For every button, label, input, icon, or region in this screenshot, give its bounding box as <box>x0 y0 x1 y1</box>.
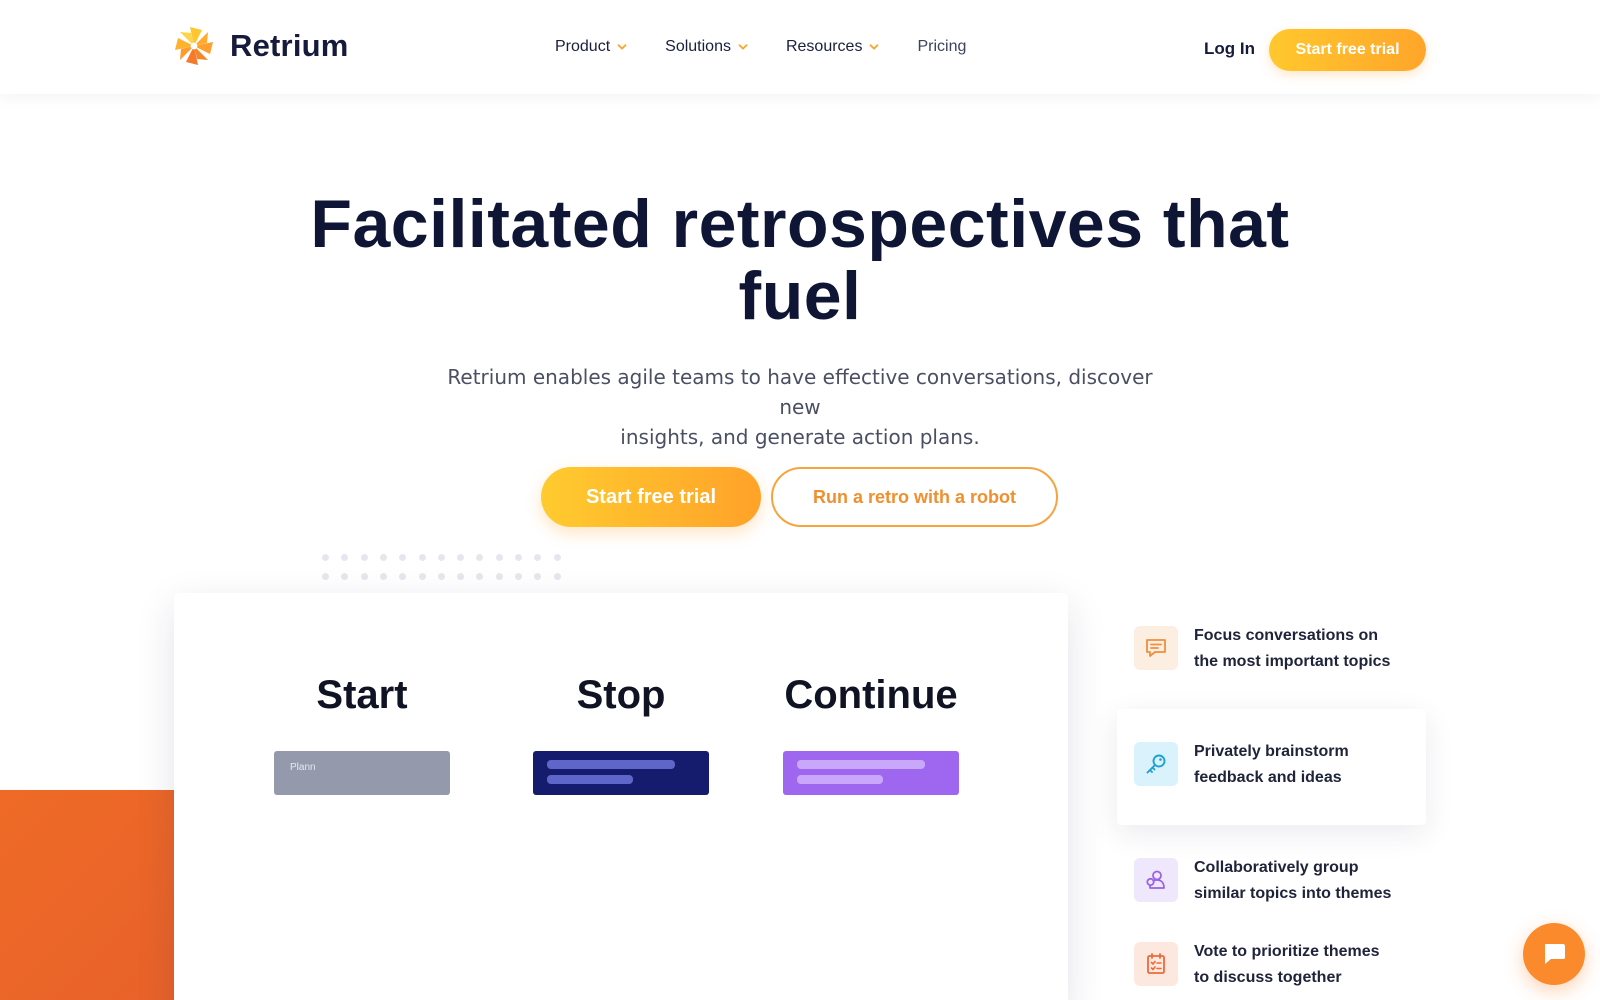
decorative-dot <box>418 573 426 580</box>
decorative-dot <box>515 573 522 580</box>
feature-text-line1: Vote to prioritize themes <box>1194 943 1380 960</box>
header-start-trial-button[interactable]: Start free trial <box>1269 29 1426 71</box>
decorative-dot <box>322 554 329 561</box>
site-header: Retrium Product Solutions Resources Pric… <box>0 0 1600 94</box>
feature-focus-conversations[interactable]: Focus conversations on the most importan… <box>1117 593 1426 709</box>
decorative-dot <box>495 554 503 561</box>
card-text-line <box>797 760 925 769</box>
column-title-continue: Continue <box>784 673 958 717</box>
decorative-dot <box>534 573 542 580</box>
nav-item-pricing[interactable]: Pricing <box>917 38 966 56</box>
hero-subtitle: Retrium enables agile teams to have effe… <box>430 362 1170 452</box>
nav-label: Solutions <box>665 38 731 55</box>
feature-text-line2: feedback and ideas <box>1194 769 1342 786</box>
feature-text-line1: Focus conversations on <box>1194 627 1379 644</box>
feature-text: Vote to prioritize themes to discuss tog… <box>1194 939 1414 991</box>
decorative-dot <box>534 554 542 561</box>
stop-card <box>533 751 709 795</box>
decorative-dot <box>515 554 522 561</box>
decorative-dot <box>457 554 465 561</box>
feature-icon-tile <box>1134 858 1178 902</box>
decorative-dot <box>476 554 484 561</box>
orange-decoration-block <box>0 790 176 1000</box>
chevron-down-icon <box>617 44 627 50</box>
decorative-dot <box>399 573 407 580</box>
decorative-dot <box>418 554 426 561</box>
feature-vote-prioritize[interactable]: Vote to prioritize themes to discuss tog… <box>1117 909 1426 1000</box>
decorative-dot <box>553 554 561 561</box>
column-title-start: Start <box>316 673 408 717</box>
card-text-line <box>547 775 633 784</box>
nav-label: Product <box>555 38 611 55</box>
feature-icon-tile <box>1134 742 1178 786</box>
retro-board-preview: Start Stop Continue Plann <box>174 593 1068 1000</box>
card-text-line <box>797 775 883 784</box>
start-card-text: Plann <box>290 762 316 773</box>
hero-title: Facilitated retrospectives that fuel <box>250 188 1350 332</box>
decorative-dot <box>495 573 503 580</box>
brand-name: Retrium <box>230 28 349 63</box>
chevron-down-icon <box>870 44 879 50</box>
decorative-dot <box>379 573 387 580</box>
nav-label: Pricing <box>917 38 967 55</box>
hero-title-line2: fuel <box>738 258 862 334</box>
chevron-down-icon <box>738 44 748 50</box>
decorative-dot <box>399 554 407 561</box>
decorative-dot <box>360 573 368 580</box>
feature-text-line1: Collaboratively group <box>1194 859 1359 876</box>
dot-pattern-decoration <box>322 554 572 594</box>
pinwheel-logo-icon <box>175 27 213 65</box>
decorative-dot <box>379 554 387 561</box>
decorative-dot <box>360 554 368 561</box>
feature-text-line2: similar topics into themes <box>1194 885 1392 902</box>
feature-icon-tile <box>1134 942 1178 986</box>
decorative-dot <box>322 573 329 580</box>
feature-text: Collaboratively group similar topics int… <box>1194 855 1414 907</box>
feature-text-line2: the most important topics <box>1194 653 1391 670</box>
decorative-dot <box>553 573 561 580</box>
decorative-dot <box>341 554 349 561</box>
nav-label: Resources <box>785 38 863 55</box>
nav-item-resources[interactable]: Resources <box>786 38 879 56</box>
nav-item-solutions[interactable]: Solutions <box>665 38 748 56</box>
feature-text-line2: to discuss together <box>1194 969 1342 986</box>
decorative-dot <box>341 573 349 580</box>
login-link[interactable]: Log In <box>1204 39 1255 59</box>
group-icon <box>1146 870 1165 889</box>
hero-subtitle-line1: Retrium enables agile teams to have effe… <box>447 365 1153 419</box>
run-retro-robot-button[interactable]: Run a retro with a robot <box>771 467 1058 527</box>
column-title-stop: Stop <box>576 673 666 717</box>
checklist-icon <box>1147 953 1165 974</box>
decorative-dot <box>476 573 484 580</box>
brand-logo[interactable]: Retrium <box>172 24 349 68</box>
chat-icon <box>1146 639 1166 657</box>
start-free-trial-button[interactable]: Start free trial <box>541 467 761 527</box>
decorative-dot <box>437 573 445 580</box>
feature-text: Privately brainstorm feedback and ideas <box>1194 739 1414 791</box>
key-icon <box>1146 754 1166 774</box>
nav-item-product[interactable]: Product <box>555 38 627 56</box>
chat-launcher-button[interactable] <box>1523 923 1585 985</box>
feature-private-brainstorm[interactable]: Privately brainstorm feedback and ideas <box>1117 709 1426 825</box>
start-card: Plann <box>274 751 450 795</box>
card-text-line <box>547 760 675 769</box>
continue-card <box>783 751 959 795</box>
feature-icon-tile <box>1134 626 1178 670</box>
hero-subtitle-line2: insights, and generate action plans. <box>620 425 980 449</box>
hero-title-line1: Facilitated retrospectives that <box>310 186 1290 262</box>
feature-text: Focus conversations on the most importan… <box>1194 623 1414 675</box>
chat-bubble-icon <box>1545 944 1565 964</box>
decorative-dot <box>437 554 445 561</box>
decorative-dot <box>457 573 465 580</box>
feature-text-line1: Privately brainstorm <box>1194 743 1349 760</box>
main-nav: Product Solutions Resources Pricing <box>555 38 1004 56</box>
